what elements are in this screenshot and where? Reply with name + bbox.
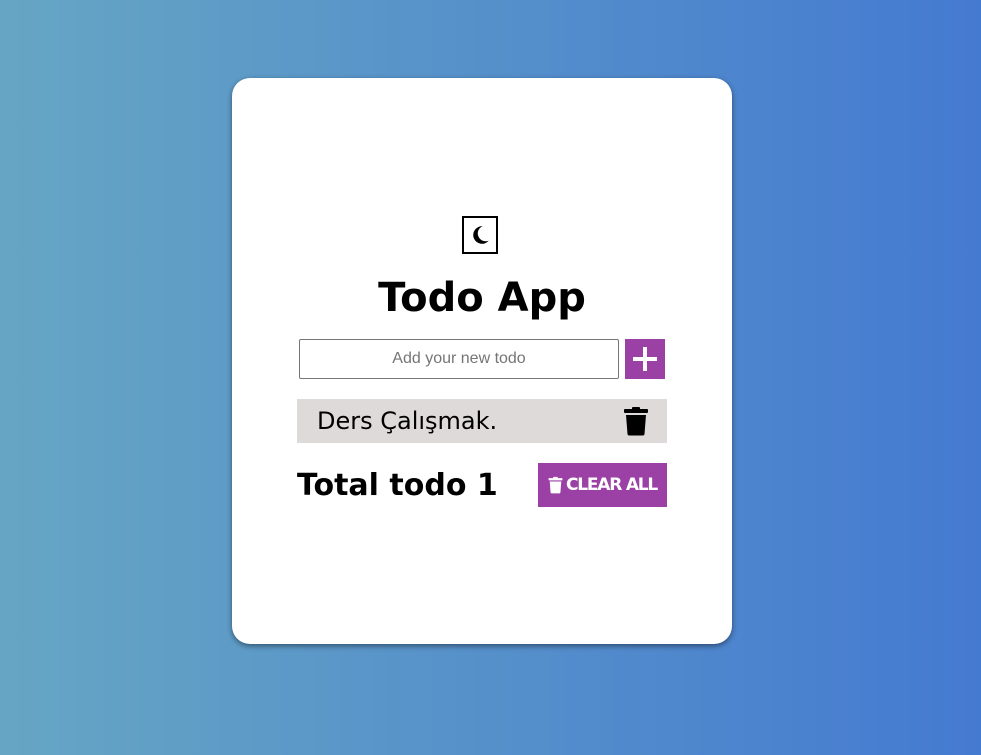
moon-icon [473, 226, 489, 244]
trash-icon [548, 476, 563, 494]
new-todo-input[interactable] [299, 339, 619, 379]
theme-toggle-button[interactable] [462, 216, 498, 254]
plus-icon [633, 347, 657, 371]
total-todo-count: Total todo 1 [297, 468, 498, 503]
clear-all-label: CLEAR ALL [565, 475, 658, 495]
todo-card: Todo App Ders Çalışmak. Total todo 1 [232, 78, 732, 644]
page-title: Todo App [378, 275, 586, 321]
todo-delete-button[interactable] [623, 406, 649, 436]
todo-item-text: Ders Çalışmak. [317, 407, 498, 435]
trash-icon [624, 407, 648, 436]
todo-item: Ders Çalışmak. [297, 399, 667, 443]
add-todo-button[interactable] [625, 339, 665, 379]
todo-list: Ders Çalışmak. [297, 399, 667, 443]
clear-all-button[interactable]: CLEAR ALL [538, 463, 667, 507]
